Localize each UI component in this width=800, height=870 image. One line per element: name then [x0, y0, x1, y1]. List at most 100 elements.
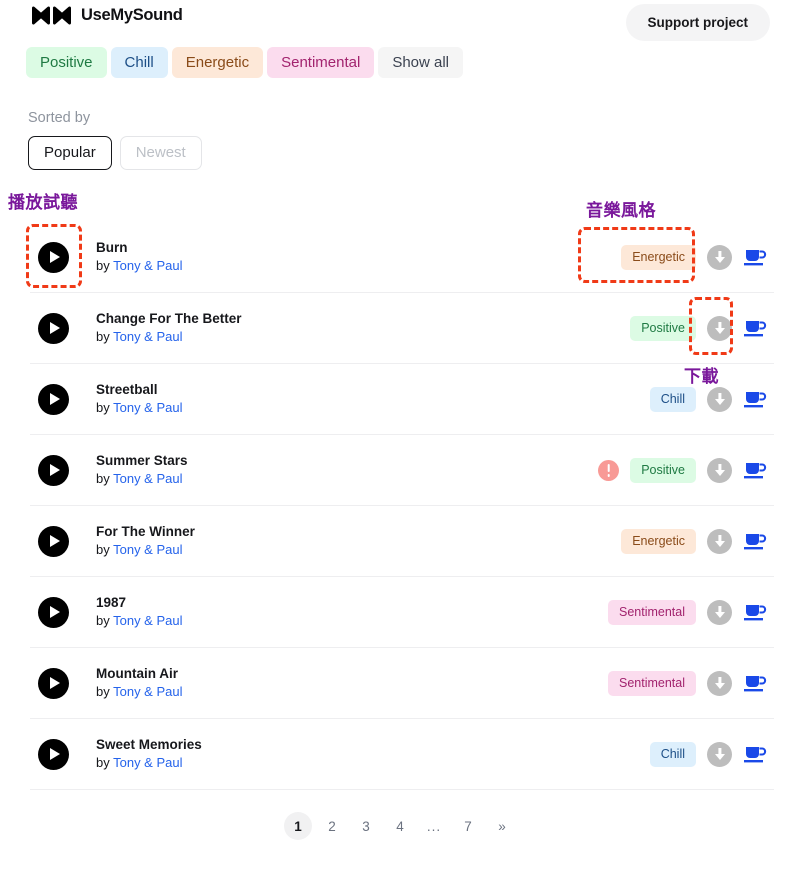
- play-icon[interactable]: [38, 596, 69, 628]
- brand-logo[interactable]: UseMySound: [32, 6, 183, 25]
- byline-prefix: by: [96, 755, 114, 771]
- pagination-next-button[interactable]: »: [488, 812, 516, 840]
- mood-filter-bar: Positive Chill Energetic Sentimental Show al…: [26, 47, 464, 79]
- sort-option-newest[interactable]: Newest: [119, 136, 202, 170]
- track-meta: Burn by Tony & Paul: [96, 238, 589, 276]
- download-icon[interactable]: [707, 670, 732, 696]
- download-icon[interactable]: [707, 599, 732, 625]
- track-byline: by Tony & Paul: [96, 470, 598, 489]
- track-byline: by Tony & Paul: [96, 541, 589, 560]
- warning-slot-empty: [589, 531, 610, 552]
- track-actions: Positive: [598, 315, 774, 341]
- play-icon[interactable]: [38, 738, 69, 770]
- pagination-page-2[interactable]: 2: [318, 812, 346, 840]
- annotation-box-download: [689, 297, 733, 355]
- track-title: Mountain Air: [96, 665, 178, 681]
- track-row: Mountain Air by Tony & Paul Sentimental: [30, 648, 774, 719]
- sort-toggle-group: Popular Newest: [28, 136, 202, 170]
- pagination-page-3[interactable]: 3: [352, 812, 380, 840]
- track-byline: by Tony & Paul: [96, 612, 576, 631]
- track-row: For The Winner by Tony & Paul Energetic: [30, 506, 774, 577]
- track-actions: Chill: [618, 741, 774, 767]
- track-actions: Positive: [598, 457, 774, 483]
- track-artist-link[interactable]: Tony & Paul: [113, 329, 182, 344]
- byline-prefix: by: [96, 329, 114, 345]
- download-icon[interactable]: [707, 386, 732, 412]
- filter-pill-chill[interactable]: Chill: [110, 47, 168, 79]
- track-artist-link[interactable]: Tony & Paul: [113, 400, 182, 415]
- download-icon[interactable]: [707, 528, 732, 554]
- annotation-box-play: [26, 224, 82, 288]
- sorted-by-label: Sorted by: [28, 110, 91, 126]
- coffee-cup-icon[interactable]: [743, 602, 768, 622]
- track-artist-link[interactable]: Tony & Paul: [113, 471, 182, 486]
- track-meta: Mountain Air by Tony & Paul: [96, 664, 576, 702]
- track-byline: by Tony & Paul: [96, 754, 618, 773]
- track-artist-link[interactable]: Tony & Paul: [113, 542, 182, 557]
- track-artist-link[interactable]: Tony & Paul: [113, 684, 182, 699]
- mood-tag[interactable]: Chill: [649, 741, 696, 767]
- track-meta: Sweet Memories by Tony & Paul: [96, 735, 618, 773]
- filter-pill-positive[interactable]: Positive: [26, 47, 107, 79]
- support-project-button[interactable]: Support project: [625, 4, 770, 41]
- track-title: Streetball: [96, 381, 158, 397]
- track-actions: Energetic: [589, 528, 774, 554]
- coffee-cup-icon[interactable]: [743, 389, 768, 409]
- byline-prefix: by: [96, 258, 114, 274]
- play-icon[interactable]: [38, 525, 69, 557]
- track-row: Streetball by Tony & Paul Chill: [30, 364, 774, 435]
- warning-icon[interactable]: [598, 459, 620, 481]
- track-actions: Sentimental: [576, 599, 774, 625]
- filter-pill-sentimental[interactable]: Sentimental: [267, 47, 375, 79]
- audio-library-page: UseMySound Support project Positive Chill…: [0, 0, 800, 870]
- play-icon[interactable]: [38, 454, 69, 486]
- warning-slot-empty: [576, 673, 597, 694]
- coffee-cup-icon[interactable]: [743, 318, 768, 338]
- annotation-box-mood: [578, 227, 695, 283]
- byline-prefix: by: [96, 684, 114, 700]
- mood-tag[interactable]: Chill: [649, 386, 696, 412]
- top-bar: UseMySound Support project: [0, 0, 800, 44]
- track-artist-link[interactable]: Tony & Paul: [113, 613, 182, 628]
- mood-tag[interactable]: Energetic: [621, 528, 696, 554]
- download-icon[interactable]: [707, 244, 732, 270]
- mood-tag[interactable]: Sentimental: [607, 670, 696, 696]
- pagination-ellipsis: ...: [420, 812, 448, 840]
- warning-slot-empty: [618, 389, 639, 410]
- track-meta: For The Winner by Tony & Paul: [96, 522, 589, 560]
- filter-pill-energetic[interactable]: Energetic: [171, 47, 264, 79]
- pagination-page-4[interactable]: 4: [386, 812, 414, 840]
- track-byline: by Tony & Paul: [96, 683, 576, 702]
- coffee-cup-icon[interactable]: [743, 673, 768, 693]
- download-icon[interactable]: [707, 741, 732, 767]
- coffee-cup-icon[interactable]: [743, 247, 768, 267]
- pagination-page-7[interactable]: 7: [454, 812, 482, 840]
- track-byline: by Tony & Paul: [96, 399, 618, 418]
- track-list: Burn by Tony & Paul Energetic Change For Th…: [30, 222, 774, 790]
- mood-tag[interactable]: Sentimental: [607, 599, 696, 625]
- track-title: Sweet Memories: [96, 736, 202, 752]
- sort-option-popular[interactable]: Popular: [28, 136, 112, 170]
- filter-pill-showall[interactable]: Show all: [378, 47, 464, 79]
- pagination-page-1[interactable]: 1: [284, 812, 312, 840]
- track-row: Summer Stars by Tony & Paul Positive: [30, 435, 774, 506]
- byline-prefix: by: [96, 542, 114, 558]
- play-icon[interactable]: [38, 312, 69, 344]
- coffee-cup-icon[interactable]: [743, 744, 768, 764]
- track-byline: by Tony & Paul: [96, 257, 589, 276]
- track-byline: by Tony & Paul: [96, 328, 598, 347]
- track-row: Sweet Memories by Tony & Paul Chill: [30, 719, 774, 790]
- play-icon[interactable]: [38, 667, 69, 699]
- play-icon[interactable]: [38, 383, 69, 415]
- download-icon[interactable]: [707, 457, 732, 483]
- mood-tag[interactable]: Positive: [630, 457, 696, 483]
- coffee-cup-icon[interactable]: [743, 531, 768, 551]
- track-artist-link[interactable]: Tony & Paul: [113, 258, 182, 273]
- brand-name: UseMySound: [81, 6, 183, 24]
- coffee-cup-icon[interactable]: [743, 460, 768, 480]
- annotation-download-label: 下載: [684, 367, 719, 386]
- track-meta: Change For The Better by Tony & Paul: [96, 309, 598, 347]
- mood-tag[interactable]: Positive: [630, 315, 696, 341]
- track-artist-link[interactable]: Tony & Paul: [113, 755, 182, 770]
- zigzag-wave-logo-icon: [32, 6, 71, 25]
